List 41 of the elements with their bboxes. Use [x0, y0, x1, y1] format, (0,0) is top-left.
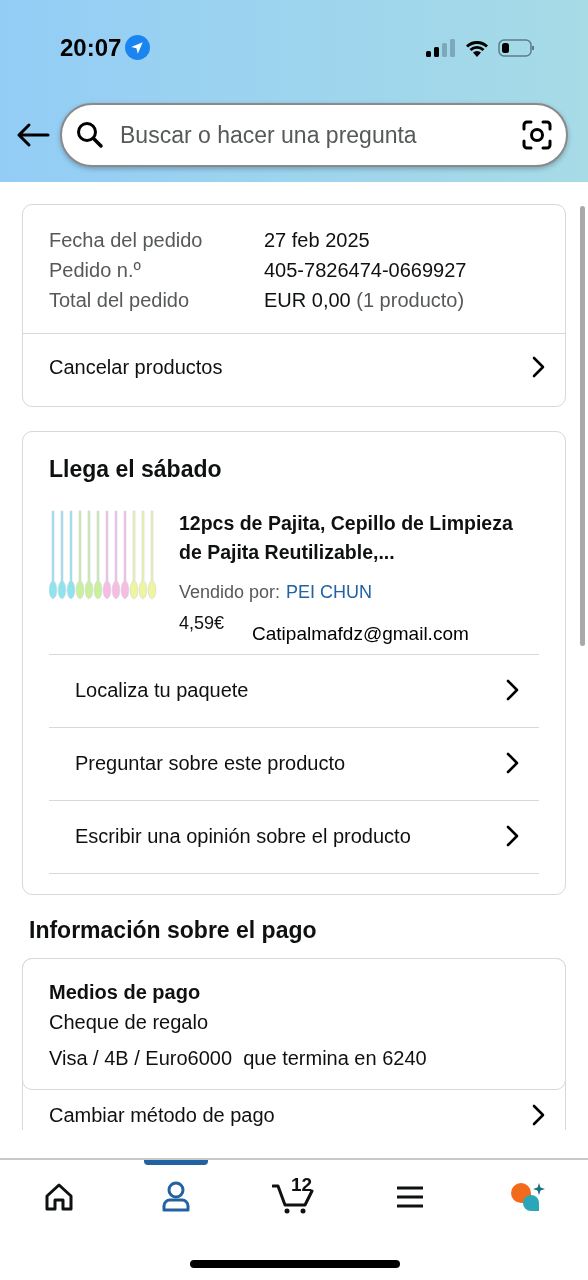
cancel-products-link[interactable]: Cancelar productos: [23, 334, 565, 406]
battery-icon: [498, 37, 536, 58]
location-icon: [125, 35, 151, 60]
nav-tab[interactable]: 12: [234, 1162, 351, 1232]
payment-method: Cheque de regalo: [49, 1009, 209, 1035]
overlay-text: Catipalmafdz@gmail.com: [252, 621, 469, 646]
person-icon: [160, 1181, 191, 1213]
search-bar[interactable]: Buscar o hacer una pregunta: [60, 103, 568, 167]
product-action-link[interactable]: Preguntar sobre este producto: [49, 728, 539, 800]
delivery-title: Llega el sábado: [49, 455, 223, 484]
search-field[interactable]: Buscar o hacer una pregunta: [118, 116, 508, 154]
seller-link[interactable]: PEI CHUN: [286, 578, 373, 606]
signal-icon: [426, 37, 456, 58]
field-label: Fecha del pedido: [49, 228, 204, 253]
search-icon: [76, 121, 104, 149]
cart-count: 12: [291, 1173, 313, 1197]
status-time: 20:07: [60, 32, 122, 63]
payment-method: Visa / 4B / Euro6000 que termina en 6240: [49, 1045, 428, 1071]
field-value: 405-7826474-0669927: [264, 258, 467, 283]
product-action-link[interactable]: Escribir una opinión sobre el producto: [49, 801, 539, 873]
menu-icon: [394, 1185, 425, 1209]
chevron-right-icon: [531, 356, 545, 378]
chevron-right-icon: [505, 752, 519, 774]
field-label: Total del pedido: [49, 288, 191, 313]
change-payment-link[interactable]: Cambiar método de pago: [23, 1089, 565, 1130]
chevron-right-icon: [505, 825, 519, 847]
field-value: EUR 0,00 (1 producto): [264, 288, 465, 313]
product-title: 12pcs de Pajita, Cepillo de Limpieza de Pajita Reutilizable,...: [179, 510, 514, 565]
camera-scan-icon[interactable]: [522, 120, 552, 150]
field-value: 27 feb 2025: [264, 228, 370, 253]
chevron-right-icon: [531, 1103, 545, 1126]
field-label: Pedido n.º: [49, 258, 142, 283]
payment-methods-title: Medios de pago: [49, 979, 202, 1005]
home-icon: [43, 1182, 74, 1212]
back-arrow-icon[interactable]: [16, 122, 50, 148]
seller-label: Vendido por:: [179, 580, 281, 604]
section-heading: Información sobre el pago: [29, 916, 318, 945]
chevron-right-icon: [505, 679, 519, 701]
product-price: 4,59€: [179, 611, 225, 635]
product-action-link[interactable]: Localiza tu paquete: [49, 655, 539, 727]
assistant-icon: [508, 1181, 545, 1213]
